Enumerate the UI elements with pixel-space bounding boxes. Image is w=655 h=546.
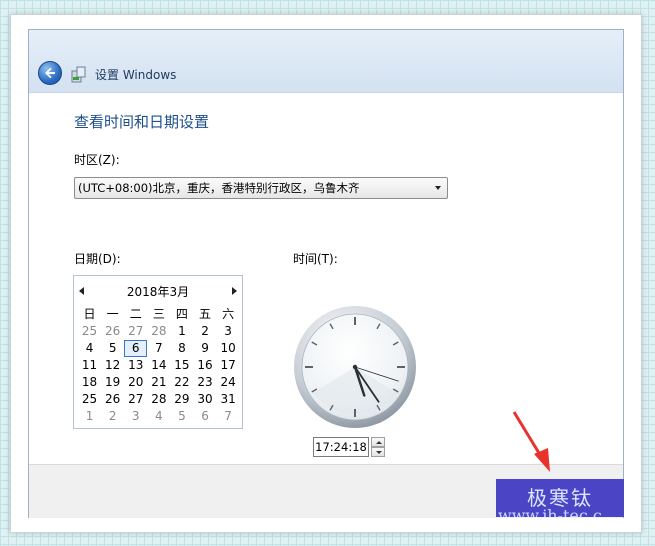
- date-label: 日期(D):: [74, 252, 121, 266]
- calendar-day[interactable]: 23: [193, 374, 216, 391]
- setup-icon: [71, 66, 86, 83]
- calendar-day[interactable]: 4: [78, 340, 101, 357]
- calendar-day[interactable]: 27: [124, 323, 147, 340]
- calendar-day[interactable]: 11: [78, 357, 101, 374]
- calendar-day[interactable]: 21: [147, 374, 170, 391]
- calendar-day[interactable]: 1: [78, 408, 101, 425]
- calendar-weekday: 二: [129, 307, 142, 321]
- clock-center: [352, 364, 358, 370]
- calendar-day[interactable]: 5: [101, 340, 124, 357]
- calendar-day[interactable]: 3: [124, 408, 147, 425]
- calendar-weekday-row: 日一二三四五六: [78, 306, 240, 323]
- calendar-day[interactable]: 6: [124, 340, 148, 357]
- time-down-button[interactable]: [371, 447, 385, 457]
- watermark: 极寒钛 www.jh-tec.c: [496, 479, 624, 517]
- next-month-icon[interactable]: [232, 287, 237, 295]
- watermark-url: www.jh-tec.c: [498, 506, 602, 517]
- timezone-select[interactable]: (UTC+08:00)北京，重庆，香港特别行政区，乌鲁木齐: [74, 177, 448, 199]
- calendar-day[interactable]: 3: [217, 323, 240, 340]
- calendar-day[interactable]: 26: [101, 391, 124, 408]
- calendar-grid: 日一二三四五六 25 26 27 28 1 2 3 4 5 6 7 8 9 10 11 12 13 14 15 16 17…: [78, 306, 240, 425]
- calendar-day[interactable]: 5: [170, 408, 193, 425]
- calendar-week-row: 1234567: [78, 408, 240, 425]
- calendar-day[interactable]: 25: [78, 391, 101, 408]
- calendar-day[interactable]: 26: [101, 323, 124, 340]
- calendar-day[interactable]: 16: [193, 357, 216, 374]
- time-up-button[interactable]: [371, 437, 385, 447]
- calendar-weekday: 日: [83, 307, 96, 321]
- calendar-day[interactable]: 12: [101, 357, 124, 374]
- calendar-day[interactable]: 28: [147, 391, 170, 408]
- calendar-month-title[interactable]: 2018年3月: [74, 283, 242, 300]
- time-label: 时间(T):: [293, 252, 338, 266]
- calendar-day[interactable]: 2: [193, 323, 216, 340]
- calendar-day[interactable]: 14: [147, 357, 170, 374]
- calendar-day[interactable]: 7: [147, 340, 170, 357]
- calendar-day[interactable]: 7: [217, 408, 240, 425]
- analog-clock: [294, 306, 416, 428]
- calendar-week-row: 11 12 13 14 15 16 17: [78, 357, 240, 374]
- calendar-day[interactable]: 8: [170, 340, 193, 357]
- title-bar: 设置 Windows: [29, 30, 623, 93]
- calendar-day[interactable]: 24: [217, 374, 240, 391]
- timezone-value: (UTC+08:00)北京，重庆，香港特别行政区，乌鲁木齐: [78, 181, 360, 195]
- calendar-week-row: 18 19 20 21 22 23 24: [78, 374, 240, 391]
- calendar-day[interactable]: 20: [124, 374, 147, 391]
- calendar-day[interactable]: 30: [193, 391, 216, 408]
- calendar-day[interactable]: 2: [101, 408, 124, 425]
- calendar-day[interactable]: 22: [170, 374, 193, 391]
- calendar-day[interactable]: 29: [170, 391, 193, 408]
- calendar-week-row: 4 5 6 7 8 9 10: [78, 340, 240, 357]
- chevron-down-icon: [435, 186, 441, 190]
- calendar-week-row: 25 26 27 28 1 2 3: [78, 323, 240, 340]
- back-arrow-icon: [45, 67, 55, 79]
- calendar-day[interactable]: 18: [78, 374, 101, 391]
- calendar-day[interactable]: 6: [193, 408, 216, 425]
- calendar-day[interactable]: 4: [147, 408, 170, 425]
- calendar-day[interactable]: 1: [170, 323, 193, 340]
- calendar-day[interactable]: 13: [124, 357, 147, 374]
- calendar-weekday: 四: [175, 307, 188, 321]
- calendar-day[interactable]: 25: [78, 323, 101, 340]
- timezone-label: 时区(Z):: [74, 153, 120, 167]
- time-input[interactable]: 17:24:18: [313, 437, 369, 457]
- calendar-day[interactable]: 28: [147, 323, 170, 340]
- calendar-day[interactable]: 15: [170, 357, 193, 374]
- calendar-day[interactable]: 9: [193, 340, 216, 357]
- page-heading: 查看时间和日期设置: [74, 113, 210, 131]
- time-spinner[interactable]: [371, 437, 385, 457]
- calendar-day[interactable]: 17: [217, 357, 240, 374]
- back-button[interactable]: [38, 61, 62, 85]
- calendar-weekday: 六: [222, 307, 235, 321]
- red-arrow-annotation: [512, 411, 550, 472]
- calendar-day[interactable]: 27: [124, 391, 147, 408]
- window-title: 设置 Windows: [95, 68, 177, 82]
- calendar-weekday: 一: [106, 307, 119, 321]
- calendar-day[interactable]: 19: [101, 374, 124, 391]
- calendar-day[interactable]: 10: [217, 340, 240, 357]
- calendar: 2018年3月 日一二三四五六 25 26 27 28 1 2 3 4 5 6 7 8 9 10 11 12 13…: [73, 275, 243, 429]
- calendar-week-row: 25 26 27 28 29 30 31: [78, 391, 240, 408]
- calendar-weekday: 三: [152, 307, 165, 321]
- calendar-day[interactable]: 31: [217, 391, 240, 408]
- calendar-weekday: 五: [199, 307, 212, 321]
